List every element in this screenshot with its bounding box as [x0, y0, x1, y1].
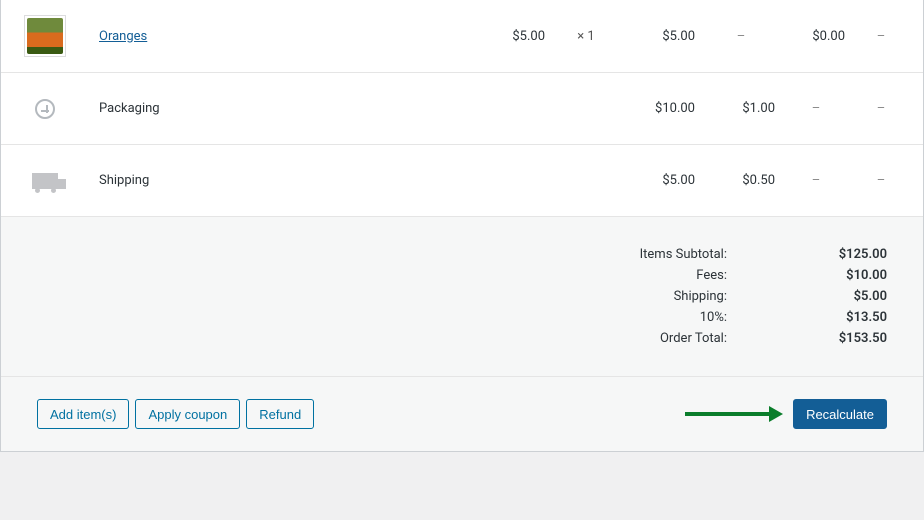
- order-totals: Items Subtotal: $125.00 Fees: $10.00 Shi…: [1, 216, 923, 376]
- shipping-label: Shipping:: [674, 289, 727, 304]
- apply-coupon-button[interactable]: Apply coupon: [135, 399, 240, 429]
- recalculate-button[interactable]: Recalculate: [793, 399, 887, 429]
- items-subtotal-label: Items Subtotal:: [640, 247, 727, 262]
- line-item-row: Oranges $5.00 × 1 $5.00 – $0.00 –: [1, 0, 923, 72]
- items-subtotal-value: $125.00: [807, 247, 887, 262]
- tax-label: 10%:: [700, 310, 727, 325]
- product-thumbnail[interactable]: [1, 15, 89, 57]
- dash: –: [781, 173, 851, 188]
- net: $0.00: [781, 29, 851, 44]
- shipping-tax: $0.50: [701, 173, 781, 188]
- line-total: $5.00: [621, 29, 701, 44]
- shipping-amount: $5.00: [621, 173, 701, 188]
- plus-icon: [1, 99, 89, 119]
- shipping-row: Shipping $5.00 $0.50 – –: [1, 144, 923, 216]
- shipping-name: Shipping: [89, 173, 481, 188]
- dash: –: [851, 173, 911, 188]
- order-total-label: Order Total:: [660, 331, 727, 346]
- shipping-value: $5.00: [807, 289, 887, 304]
- tax-value: $13.50: [807, 310, 887, 325]
- add-items-button[interactable]: Add item(s): [37, 399, 129, 429]
- fees-label: Fees:: [696, 268, 727, 283]
- truck-icon: [1, 173, 89, 189]
- fee-name: Packaging: [89, 101, 481, 116]
- fee-amount: $10.00: [621, 101, 701, 116]
- order-actions: Add item(s) Apply coupon Refund Recalcul…: [1, 376, 923, 451]
- dash: –: [781, 101, 851, 116]
- refund-button[interactable]: Refund: [246, 399, 314, 429]
- fee-tax: $1.00: [701, 101, 781, 116]
- fees-value: $10.00: [807, 268, 887, 283]
- discount: –: [701, 29, 781, 44]
- product-link[interactable]: Oranges: [99, 29, 147, 44]
- order-total-value: $153.50: [807, 331, 887, 346]
- quantity: × 1: [551, 29, 621, 44]
- arrow-icon: [683, 404, 783, 424]
- tail-dash: –: [851, 29, 911, 44]
- unit-price: $5.00: [481, 29, 551, 44]
- dash: –: [851, 101, 911, 116]
- order-items-panel: Oranges $5.00 × 1 $5.00 – $0.00 – Packag…: [0, 0, 924, 452]
- fee-row: Packaging $10.00 $1.00 – –: [1, 72, 923, 144]
